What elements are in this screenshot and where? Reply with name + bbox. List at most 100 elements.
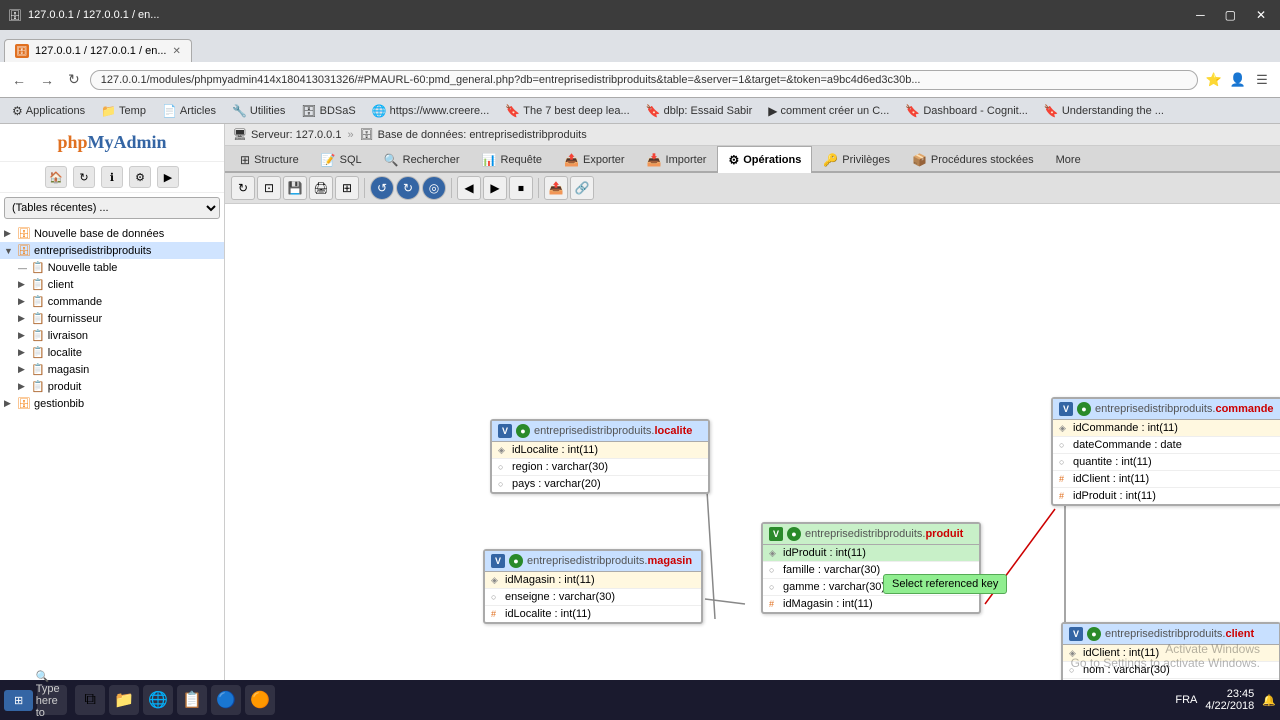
toggle-icon[interactable]: ▶ — [4, 228, 14, 239]
bookmark-applications[interactable]: ⚙ Applications — [8, 103, 89, 119]
close-button[interactable]: ✕ — [1250, 6, 1272, 24]
commande-field-4[interactable]: # idProduit : int(11) — [1053, 488, 1280, 504]
taskbar-taskview[interactable]: ⧉ — [75, 685, 105, 715]
localite-toggle[interactable]: ▶ — [18, 347, 28, 358]
sidebar-info-icon[interactable]: ℹ — [101, 166, 123, 188]
sidebar-item-produit[interactable]: ▶ 📋 produit — [14, 378, 224, 395]
produit-field-3[interactable]: # idMagasin : int(11) — [763, 596, 979, 612]
sidebar-item-commande[interactable]: ▶ 📋 commande — [14, 293, 224, 310]
tab-exporter[interactable]: 📤 Exporter — [553, 146, 636, 173]
magasin-toggle[interactable]: ▶ — [18, 364, 28, 375]
url-field[interactable] — [90, 70, 1198, 90]
bookmark-comment[interactable]: ▶ comment créer un C... — [764, 103, 893, 119]
taskbar-search[interactable]: 🔍 Type here to search — [37, 685, 67, 715]
extensions-icon[interactable]: ⭐ — [1204, 70, 1224, 90]
taskbar-notification-icon[interactable]: 🔔 — [1262, 694, 1276, 707]
close-tab-icon[interactable]: ✕ — [173, 46, 181, 57]
commande-field-1[interactable]: ○ dateCommande : date — [1053, 437, 1280, 454]
commande-field-0[interactable]: ◈ idCommande : int(11) — [1053, 420, 1280, 437]
tab-procedures[interactable]: 📦 Procédures stockées — [901, 146, 1045, 173]
magasin-field-1[interactable]: ○ enseigne : varchar(30) — [485, 589, 701, 606]
taskbar-browser[interactable]: 🌐 — [143, 685, 173, 715]
table-commande[interactable]: V ● entreprisedistribproduits.commande ◈… — [1051, 397, 1280, 506]
fournisseur-toggle[interactable]: ▶ — [18, 313, 28, 324]
localite-field-1[interactable]: ○ region : varchar(30) — [492, 459, 708, 476]
db-select-container[interactable]: (Tables récentes) ... — [4, 197, 220, 219]
toolbar-layout-btn[interactable]: ⊞ — [335, 176, 359, 200]
commande-field-3[interactable]: # idClient : int(11) — [1053, 471, 1280, 488]
bookmark-dashboard[interactable]: 🔖 Dashboard - Cognit... — [901, 103, 1032, 119]
browser-tab[interactable]: 🗄 127.0.0.1 / 127.0.0.1 / en... ✕ — [4, 39, 192, 62]
commande-field-2[interactable]: ○ quantite : int(11) — [1053, 454, 1280, 471]
sidebar-refresh-icon[interactable]: ↻ — [73, 166, 95, 188]
sidebar-item-entreprisedistrib[interactable]: ▼ 🗄 entreprisedistribproduits — [0, 242, 224, 259]
refresh-button[interactable]: ↻ — [64, 69, 84, 90]
toolbar-fit-btn[interactable]: ◎ — [422, 176, 446, 200]
tab-importer[interactable]: 📥 Importer — [636, 146, 718, 173]
minimize-button[interactable]: ─ — [1190, 6, 1211, 24]
table-magasin[interactable]: V ● entreprisedistribproduits.magasin ◈ … — [483, 549, 703, 624]
produit-field-0[interactable]: ◈ idProduit : int(11) — [763, 545, 979, 562]
toolbar-print-btn[interactable]: 🖨 — [309, 176, 333, 200]
produit-toggle[interactable]: ▶ — [18, 381, 28, 392]
toolbar-export-btn[interactable]: 📤 — [544, 176, 568, 200]
sidebar-item-nouvelle-bdd[interactable]: ▶ 🗄 Nouvelle base de données — [0, 225, 224, 242]
table-localite[interactable]: V ● entreprisedistribproduits.localite ◈… — [490, 419, 710, 494]
maximize-button[interactable]: ▢ — [1219, 6, 1242, 24]
back-button[interactable]: ← — [8, 70, 30, 90]
sidebar-item-magasin[interactable]: ▶ 📋 magasin — [14, 361, 224, 378]
taskbar-app3[interactable]: 🟠 — [245, 685, 275, 715]
toolbar-zoom-out-btn[interactable]: ↻ — [396, 176, 420, 200]
toolbar-reload-btn[interactable]: ↻ — [231, 176, 255, 200]
toolbar-expand-btn[interactable]: ⊡ — [257, 176, 281, 200]
bookmark-dblp[interactable]: 🔖 dblp: Essaid Sabir — [642, 103, 757, 119]
toolbar-next-btn[interactable]: ▶ — [483, 176, 507, 200]
sidebar-home-icon[interactable]: 🏠 — [45, 166, 67, 188]
tab-structure[interactable]: ⊞ Structure — [229, 146, 310, 173]
sidebar-item-nouvelle-table[interactable]: — 📋 Nouvelle table — [14, 259, 224, 276]
sidebar-item-gestionbib[interactable]: ▶ 🗄 gestionbib — [0, 395, 224, 412]
tab-more[interactable]: More — [1045, 147, 1092, 172]
bookmark-articles[interactable]: 📄 Articles — [158, 103, 220, 119]
tab-privileges[interactable]: 🔑 Privilèges — [812, 146, 901, 173]
commande-toggle[interactable]: ▶ — [18, 296, 28, 307]
table-produit[interactable]: V ● entreprisedistribproduits.produit ◈ … — [761, 522, 981, 614]
user-icon[interactable]: 👤 — [1228, 70, 1248, 90]
bookmark-creere[interactable]: 🌐 https://www.creere... — [368, 103, 494, 119]
sidebar-settings-icon[interactable]: ⚙ — [129, 166, 151, 188]
forward-button[interactable]: → — [36, 70, 58, 90]
toggle-icon[interactable]: ▼ — [4, 246, 14, 256]
bookmark-utilities[interactable]: 🔧 Utilities — [228, 103, 289, 119]
bookmark-deeplea[interactable]: 🔖 The 7 best deep lea... — [501, 103, 633, 119]
tab-operations[interactable]: ⚙ Opérations — [717, 146, 812, 173]
sidebar-item-livraison[interactable]: ▶ 📋 livraison — [14, 327, 224, 344]
toolbar-prev-btn[interactable]: ◀ — [457, 176, 481, 200]
db-select-dropdown[interactable]: (Tables récentes) ... — [4, 197, 220, 219]
localite-field-0[interactable]: ◈ idLocalite : int(11) — [492, 442, 708, 459]
gestionbib-toggle[interactable]: ▶ — [4, 398, 14, 409]
menu-icon[interactable]: ☰ — [1252, 70, 1272, 90]
produit-header[interactable]: V ● entreprisedistribproduits.produit — [763, 524, 979, 545]
client-toggle[interactable]: ▶ — [18, 279, 28, 290]
commande-header[interactable]: V ● entreprisedistribproduits.commande — [1053, 399, 1280, 420]
localite-field-2[interactable]: ○ pays : varchar(20) — [492, 476, 708, 492]
bookmark-temp[interactable]: 📁 Temp — [97, 103, 150, 119]
magasin-field-2[interactable]: # idLocalite : int(11) — [485, 606, 701, 622]
sidebar-item-client[interactable]: ▶ 📋 client — [14, 276, 224, 293]
toolbar-link-btn[interactable]: 🔗 — [570, 176, 594, 200]
magasin-header[interactable]: V ● entreprisedistribproduits.magasin — [485, 551, 701, 572]
taskbar-app1[interactable]: 📋 — [177, 685, 207, 715]
livraison-toggle[interactable]: ▶ — [18, 330, 28, 341]
tab-requete[interactable]: 📊 Requête — [470, 146, 553, 173]
toolbar-zoom-in-btn[interactable]: ↺ — [370, 176, 394, 200]
sidebar-console-icon[interactable]: ▶ — [157, 166, 179, 188]
localite-header[interactable]: V ● entreprisedistribproduits.localite — [492, 421, 708, 442]
bookmark-bdsas[interactable]: 🗄 BDSaS — [297, 103, 359, 119]
tab-sql[interactable]: 📝 SQL — [310, 146, 373, 173]
taskbar-fileexplorer[interactable]: 📁 — [109, 685, 139, 715]
taskbar-app2[interactable]: 🔵 — [211, 685, 241, 715]
toolbar-save-btn[interactable]: 💾 — [283, 176, 307, 200]
bookmark-understanding[interactable]: 🔖 Understanding the ... — [1040, 103, 1168, 119]
magasin-field-0[interactable]: ◈ idMagasin : int(11) — [485, 572, 701, 589]
tab-rechercher[interactable]: 🔍 Rechercher — [373, 146, 471, 173]
